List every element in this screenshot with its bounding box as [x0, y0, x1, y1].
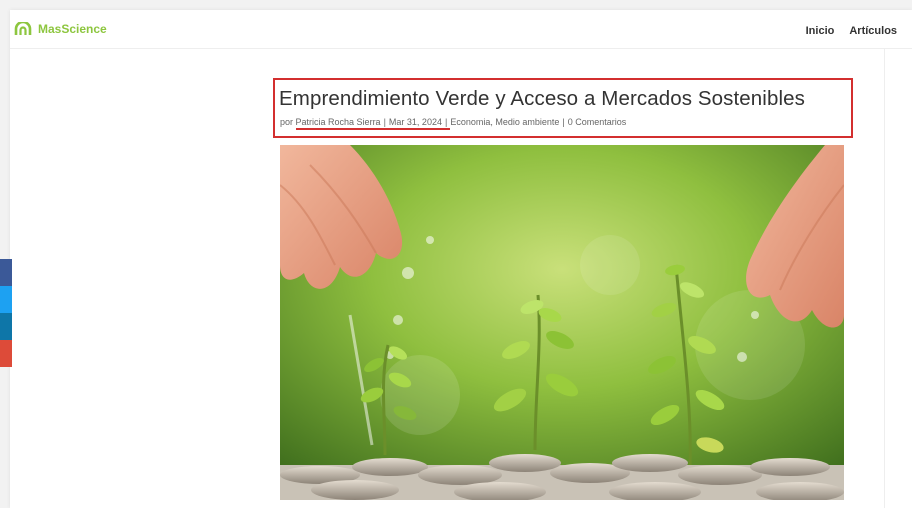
featured-image	[280, 145, 844, 500]
meta-separator: |	[383, 117, 386, 127]
logo-icon	[14, 22, 32, 35]
logo-text: MasScience	[38, 22, 107, 36]
main-nav: Inicio Artículos N	[806, 25, 912, 37]
content-divider	[884, 48, 885, 508]
meta-highlighted: Patricia Rocha Sierra | Mar 31, 2024 |	[295, 117, 451, 130]
site-header: MasScience Inicio Artículos N	[10, 10, 912, 49]
comments-link[interactable]: 0 Comentarios	[568, 117, 627, 127]
site-logo[interactable]: MasScience	[14, 22, 107, 36]
nav-item-inicio[interactable]: Inicio	[806, 25, 835, 37]
category-separator: ,	[490, 117, 493, 127]
twitter-icon[interactable]	[0, 286, 12, 313]
facebook-icon[interactable]	[0, 259, 12, 286]
page: MasScience Inicio Artículos N Emprendimi…	[10, 10, 912, 508]
category-link-medio-ambiente[interactable]: Medio ambiente	[495, 117, 559, 127]
google-plus-icon[interactable]	[0, 340, 12, 367]
meta-separator: |	[444, 117, 448, 127]
social-share-bar	[0, 259, 12, 367]
post-date: Mar 31, 2024	[388, 117, 442, 127]
nav-item-articulos[interactable]: Artículos	[849, 25, 897, 37]
featured-image-illustration	[280, 145, 844, 500]
author-link[interactable]: Patricia Rocha Sierra	[296, 117, 381, 127]
category-link-economia[interactable]: Economia	[450, 117, 490, 127]
meta-by: por	[280, 117, 294, 127]
meta-separator: |	[562, 117, 565, 127]
linkedin-icon[interactable]	[0, 313, 12, 340]
post-meta: por Patricia Rocha Sierra | Mar 31, 2024 | E…	[280, 117, 627, 130]
post-title: Emprendimiento Verde y Acceso a Mercados…	[279, 87, 805, 110]
